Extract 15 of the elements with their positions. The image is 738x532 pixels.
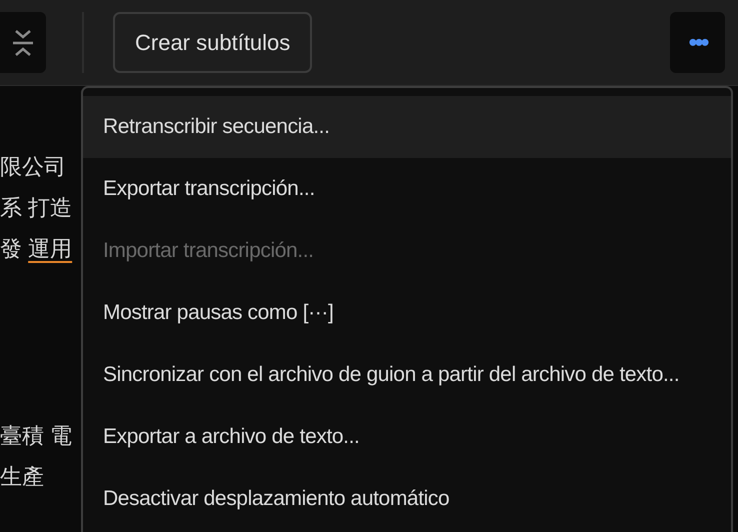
transcript-text: 限公司 bbox=[0, 153, 66, 181]
underlined-word: 運用 bbox=[28, 235, 72, 263]
menu-item[interactable]: Sincronizar con el archivo de guion a partir del archivo de texto... bbox=[83, 344, 731, 406]
transcript-text: 臺積 電 bbox=[0, 422, 72, 450]
menu-item[interactable]: Desactivar desplazamiento automático bbox=[83, 468, 731, 530]
create-captions-button[interactable]: Crear subtítulos bbox=[113, 12, 312, 73]
menu-item[interactable]: Exportar a archivo de texto... bbox=[83, 406, 731, 468]
transcript-text: 生產 bbox=[0, 463, 44, 491]
menu-item[interactable]: Exportar transcripción... bbox=[83, 158, 731, 220]
collapse-button[interactable] bbox=[0, 12, 46, 73]
more-button[interactable]: ••• bbox=[670, 12, 725, 73]
transcript-text: 發 bbox=[0, 235, 23, 263]
menu-item[interactable]: Retranscribir secuencia... bbox=[83, 96, 731, 158]
transcript-text: 系 打造 bbox=[0, 194, 72, 222]
menu-item[interactable]: Mostrar pausas como [···] bbox=[83, 282, 731, 344]
